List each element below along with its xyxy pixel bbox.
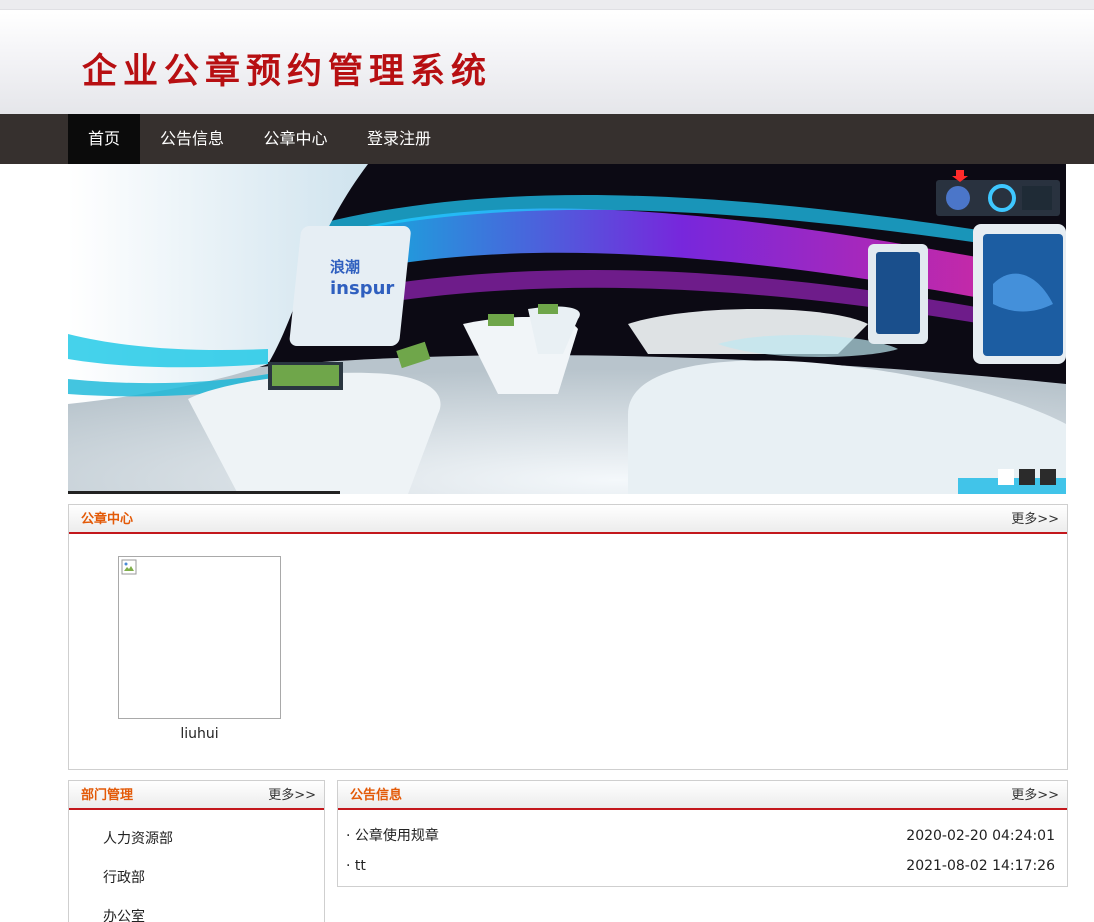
- svg-text:inspur: inspur: [330, 278, 394, 299]
- banner-image: 浪潮 inspur: [68, 164, 1066, 494]
- department-item[interactable]: 办公室: [103, 906, 145, 922]
- panel-title: 公章中心: [81, 512, 134, 527]
- more-link[interactable]: 更多>>: [1011, 505, 1059, 534]
- panel-title: 部门管理: [81, 788, 134, 803]
- slider-dot-3[interactable]: [1040, 469, 1056, 485]
- seal-name[interactable]: liuhui: [118, 726, 281, 742]
- department-item[interactable]: 行政部: [103, 867, 145, 887]
- main-nav: 首页 公告信息 公章中心 登录注册: [0, 114, 1094, 164]
- notice-title[interactable]: · tt: [346, 856, 366, 876]
- nav-item-seal-center[interactable]: 公章中心: [244, 114, 347, 164]
- more-link[interactable]: 更多>>: [1011, 781, 1059, 810]
- broken-image-icon: [121, 559, 137, 575]
- banner-slideshow[interactable]: 浪潮 inspur: [68, 164, 1066, 494]
- notice-date: 2021-08-02 14:17:26: [906, 858, 1055, 874]
- seal-card[interactable]: liuhui: [118, 556, 281, 742]
- department-panel: 部门管理 更多>> 人力资源部 行政部 办公室: [68, 780, 325, 922]
- site-header: 企业公章预约管理系统: [0, 10, 1094, 114]
- panel-title: 公告信息: [350, 788, 403, 803]
- nav-item-notices[interactable]: 公告信息: [140, 114, 244, 164]
- nav-item-login-register[interactable]: 登录注册: [347, 114, 451, 164]
- panel-header: 部门管理 更多>>: [69, 781, 324, 810]
- more-link[interactable]: 更多>>: [268, 781, 316, 810]
- notice-row[interactable]: · 公章使用规章 2020-02-20 04:24:01: [346, 826, 1055, 846]
- panel-header: 公章中心 更多>>: [69, 505, 1067, 534]
- panel-header: 公告信息 更多>>: [338, 781, 1067, 810]
- seal-center-panel: 公章中心 更多>> liuhui: [68, 504, 1068, 770]
- svg-text:浪潮: 浪潮: [330, 258, 360, 276]
- top-strip: [0, 0, 1094, 10]
- site-title: 企业公章预约管理系统: [82, 51, 493, 92]
- notice-title[interactable]: · 公章使用规章: [346, 826, 439, 846]
- slider-dot-1[interactable]: [998, 469, 1014, 485]
- notice-date: 2020-02-20 04:24:01: [906, 828, 1055, 844]
- department-item[interactable]: 人力资源部: [103, 828, 173, 848]
- slider-progress-bar: [68, 491, 340, 494]
- nav-item-home[interactable]: 首页: [68, 114, 140, 164]
- slider-dot-2[interactable]: [1019, 469, 1035, 485]
- notice-row[interactable]: · tt 2021-08-02 14:17:26: [346, 856, 1055, 876]
- notice-panel: 公告信息 更多>> · 公章使用规章 2020-02-20 04:24:01 ·…: [337, 780, 1068, 887]
- seal-image[interactable]: [118, 556, 281, 719]
